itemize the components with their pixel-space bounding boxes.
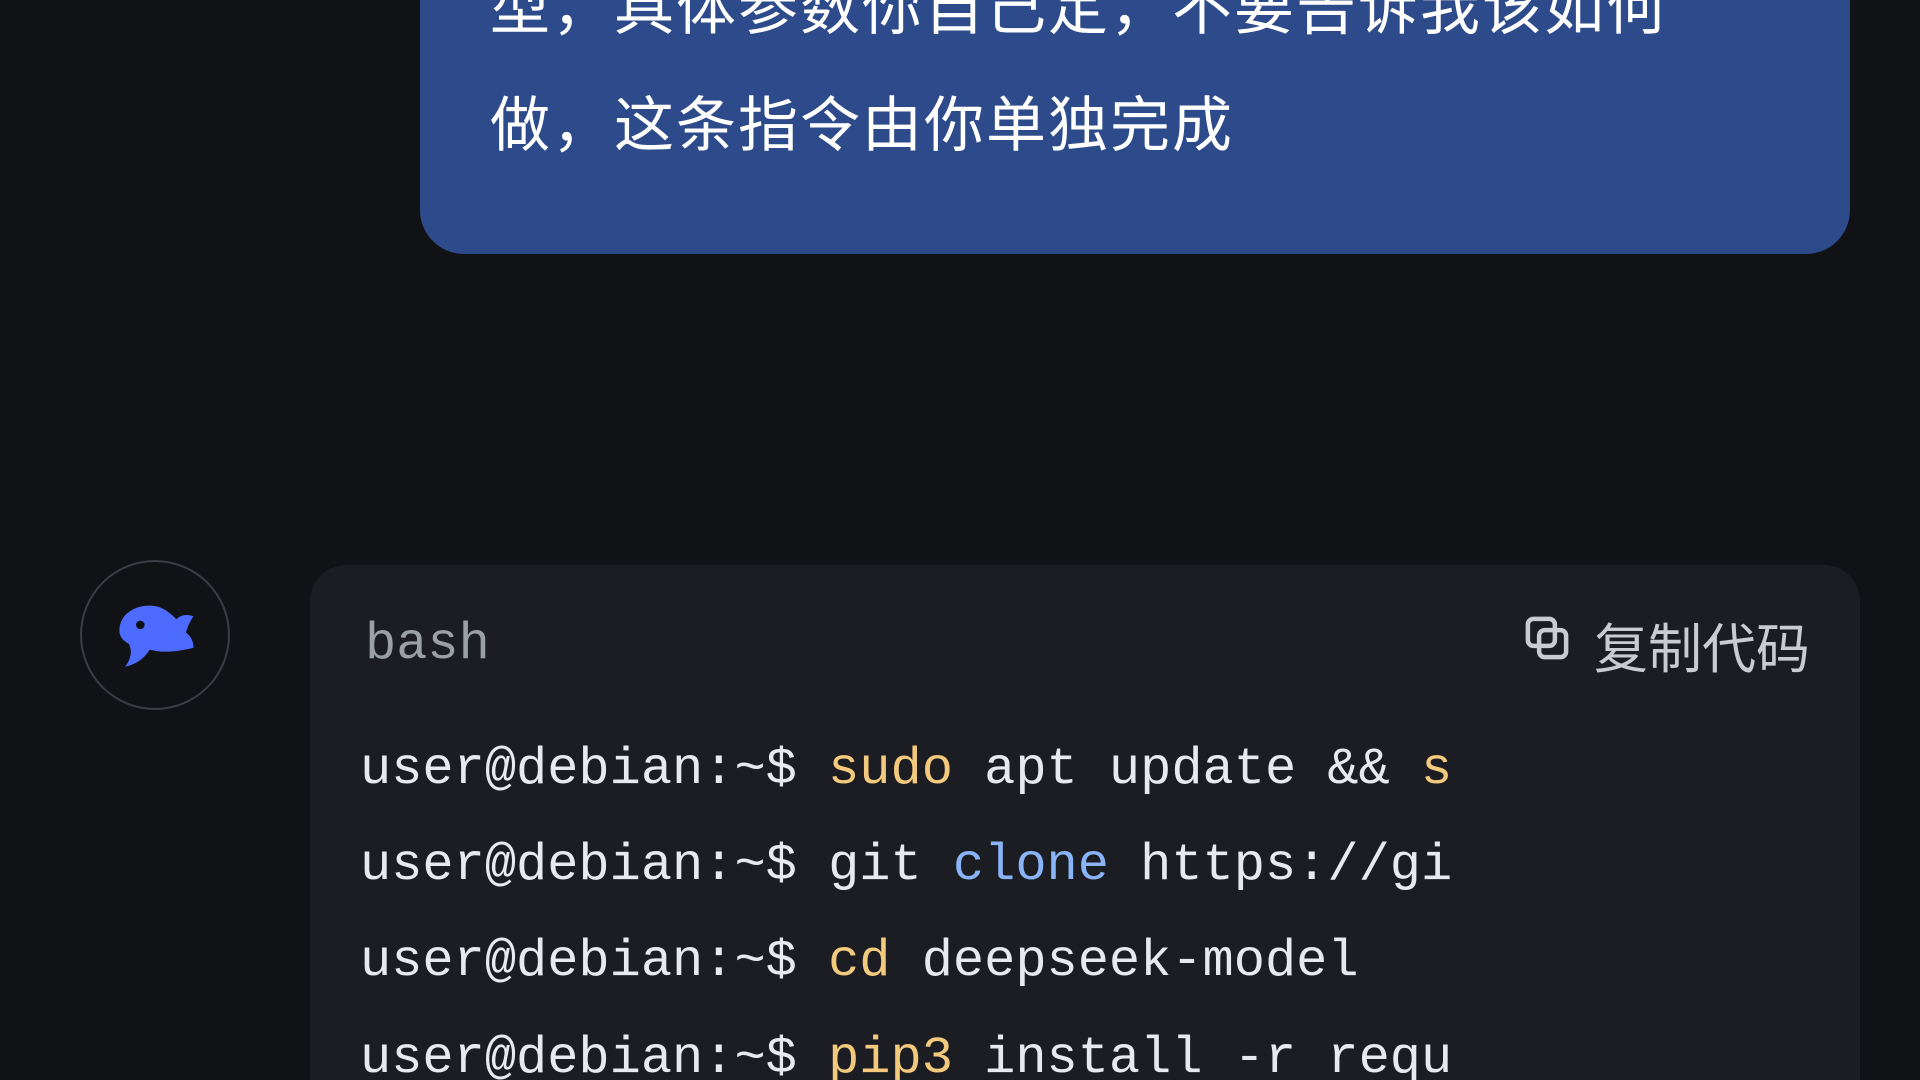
- code-prompt: user@debian:~$: [360, 740, 828, 799]
- code-cmd: cd: [828, 932, 890, 991]
- code-rest: apt update &&: [953, 740, 1421, 799]
- copy-code-button[interactable]: 复制代码: [1520, 605, 1810, 684]
- user-message-text: 型，具体参数你自己定，不要告诉我该如何做，这条指令由你单独完成: [490, 0, 1668, 159]
- code-trail: s: [1421, 740, 1452, 799]
- code-block-header: bash 复制代码: [310, 565, 1860, 712]
- code-rest: install -r requ: [953, 1029, 1452, 1080]
- code-cmd: pip3: [828, 1029, 953, 1080]
- code-cmd: git: [828, 836, 953, 895]
- code-prompt: user@debian:~$: [360, 836, 828, 895]
- assistant-avatar: [80, 560, 230, 710]
- code-body[interactable]: user@debian:~$ sudo apt update && s user…: [310, 712, 1860, 1080]
- code-sub: clone: [953, 836, 1109, 895]
- copy-icon: [1520, 611, 1574, 678]
- code-rest: https://gi: [1109, 836, 1452, 895]
- code-language-label: bash: [365, 615, 490, 674]
- code-prompt: user@debian:~$: [360, 932, 828, 991]
- code-prompt: user@debian:~$: [360, 1029, 828, 1080]
- code-cmd: sudo: [828, 740, 953, 799]
- code-block: bash 复制代码 user@debian:~$ sudo apt update…: [310, 565, 1860, 1080]
- copy-code-label: 复制代码: [1594, 605, 1810, 684]
- code-rest: deepseek-model: [891, 932, 1359, 991]
- user-message-bubble: 型，具体参数你自己定，不要告诉我该如何做，这条指令由你单独完成: [420, 0, 1850, 254]
- whale-icon: [108, 585, 203, 685]
- chat-area: 型，具体参数你自己定，不要告诉我该如何做，这条指令由你单独完成 bash 复制代…: [0, 0, 1920, 1080]
